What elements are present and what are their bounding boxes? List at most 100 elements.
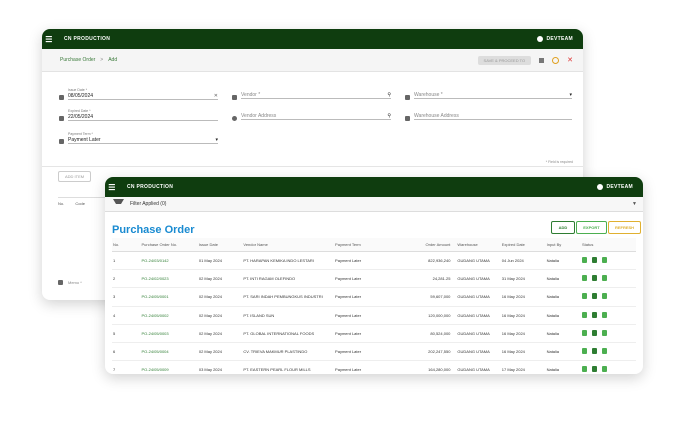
view-icon[interactable] — [582, 348, 588, 355]
add-item-button[interactable]: ADD ITEM — [58, 171, 92, 182]
table-cell[interactable]: PO-24/05/0009 — [140, 360, 198, 374]
print-icon[interactable] — [592, 257, 598, 264]
menu-icon[interactable]: ☰ — [42, 35, 56, 44]
table-row[interactable]: 7 PO-24/05/0009 03 May 2024 PT. EASTERN PEA… — [112, 360, 636, 374]
menu-icon[interactable]: ☰ — [105, 183, 119, 192]
filter-bar[interactable]: Filter Applied (0) ▼ — [105, 197, 643, 212]
table-row[interactable]: 5 PO-24/05/0003 02 May 2024 PT. GLOBAL INTE… — [112, 324, 636, 343]
dropdown-icon[interactable]: ▾ — [569, 92, 572, 98]
export-button[interactable]: EXPORT — [576, 221, 607, 234]
column-header[interactable]: Payment Term — [334, 238, 407, 252]
warehouse-placeholder: Warehouse * — [414, 91, 443, 98]
view-icon[interactable] — [582, 311, 588, 318]
table-row[interactable]: 4 PO-24/05/0002 02 May 2024 PT. ISLAND SUN P… — [112, 306, 636, 325]
expired-date-field[interactable]: Expired Date * 22/05/2024 — [68, 109, 218, 121]
table-cell: GUDANG UTAMA — [456, 360, 501, 374]
table-cell: GUDANG UTAMA — [456, 269, 501, 289]
table-cell: 6 — [112, 342, 141, 362]
document-icon[interactable] — [602, 293, 608, 300]
table-cell[interactable]: PO-24/05/0001 — [140, 287, 198, 307]
warehouse-icon — [405, 95, 410, 100]
save-proceed-button[interactable]: SAVE & PROCEED TO — [477, 55, 532, 65]
table-cell: Payment Later — [334, 342, 407, 362]
add-button[interactable]: ADD — [551, 221, 575, 234]
column-header[interactable]: Status — [581, 238, 636, 252]
table-row[interactable]: 3 PO-24/05/0001 02 May 2024 PT. SARI INDAH … — [112, 287, 636, 307]
column-header[interactable]: Expired Date — [500, 238, 546, 252]
view-icon[interactable] — [582, 366, 588, 373]
table-cell[interactable]: PO-24/05/0002 — [140, 306, 198, 325]
save-icon[interactable] — [539, 57, 545, 63]
column-header[interactable]: Input By — [545, 238, 582, 252]
document-icon[interactable] — [602, 348, 608, 355]
view-icon[interactable] — [582, 275, 588, 282]
breadcrumb-root[interactable]: Purchase Order — [60, 57, 95, 63]
table-cell: GUDANG UTAMA — [456, 342, 501, 362]
top-bar: ☰ CN PRODUCTION DEVTEAM — [105, 177, 643, 197]
print-icon[interactable] — [592, 293, 598, 300]
table-cell: GUDANG UTAMA — [456, 287, 501, 307]
document-icon[interactable] — [602, 275, 608, 282]
vendor-field[interactable]: Vendor * ⚲ — [241, 91, 391, 99]
table-cell: 16 May 2024 — [500, 324, 546, 343]
table-cell: 16 May 2024 — [500, 287, 546, 307]
table-cell: PT. GLOBAL INTERNATIONAL FOODS — [242, 324, 335, 343]
payment-term-field[interactable]: Payment Term * Payment Later ▾ — [68, 132, 218, 144]
table-row[interactable]: 2 PO-24/02/0023 02 May 2024 PT. INTI RAGAM … — [112, 269, 636, 289]
warehouse-address-field[interactable]: Warehouse Address — [414, 112, 572, 120]
column-header[interactable]: No. — [112, 238, 141, 252]
print-icon[interactable] — [592, 348, 598, 355]
column-header[interactable]: Purchase Order No. — [140, 238, 198, 252]
table-cell[interactable]: PO-24/05/0003 — [140, 324, 198, 343]
document-icon[interactable] — [602, 329, 608, 336]
table-cell: 31 May 2024 — [500, 269, 546, 289]
user-menu[interactable]: DEVTEAM — [537, 36, 573, 42]
chevron-down-icon[interactable]: ▼ — [632, 201, 637, 207]
document-icon[interactable] — [602, 257, 608, 264]
table-cell[interactable]: PO-24/03/0142 — [140, 251, 198, 271]
clear-icon[interactable]: ✕ — [214, 93, 218, 99]
refresh-button[interactable]: REFRESH — [608, 221, 641, 234]
table-cell: 02 May 2024 — [197, 287, 243, 307]
table-row[interactable]: 1 PO-24/03/0142 01 May 2024 PT. HARAPAN KEM… — [112, 251, 636, 271]
table-cell: 16 May 2024 — [500, 306, 546, 325]
table-cell: Natalia — [545, 360, 582, 374]
lock-icon[interactable] — [552, 56, 560, 64]
status-actions — [581, 251, 636, 271]
table-row[interactable]: 6 PO-24/05/0004 02 May 2024 CV. TRIEVA MAKM… — [112, 342, 636, 362]
print-icon[interactable] — [592, 275, 598, 282]
dropdown-icon[interactable]: ▾ — [215, 137, 218, 143]
table-cell: PT. INTI RAGAM OLEFINDO — [242, 269, 335, 289]
breadcrumb-separator: > — [100, 57, 104, 63]
view-icon[interactable] — [582, 257, 588, 264]
table-cell: 822,936,240 — [406, 251, 457, 271]
document-icon[interactable] — [602, 366, 608, 373]
issue-date-field[interactable]: Issue Date * 08/05/2024 ✕ — [68, 88, 218, 100]
close-icon[interactable]: ✕ — [567, 56, 573, 64]
column-header[interactable]: Vendor Name — [242, 238, 335, 252]
search-icon[interactable]: ⚲ — [387, 92, 391, 98]
document-icon[interactable] — [602, 311, 608, 318]
print-icon[interactable] — [592, 366, 598, 373]
table-cell: 04 Jun 2024 — [500, 251, 546, 271]
view-icon[interactable] — [582, 293, 588, 300]
table-cell[interactable]: PO-24/02/0023 — [140, 269, 198, 289]
column-header[interactable]: Warehouse — [456, 238, 501, 252]
print-icon[interactable] — [592, 329, 598, 336]
table-cell: PT. SARI INDAH PEMBUNGKUS INDUSTRI — [242, 287, 335, 307]
table-cell: 3 — [112, 287, 141, 307]
memo-icon — [58, 280, 63, 285]
table-cell: 02 May 2024 — [197, 269, 243, 289]
table-cell[interactable]: PO-24/05/0004 — [140, 342, 198, 362]
column-header[interactable]: Issue Date — [197, 238, 243, 252]
brand-name: CN PRODUCTION — [64, 36, 111, 42]
memo-field[interactable]: Memo * — [68, 280, 82, 285]
table-cell: 120,000,000 — [406, 306, 457, 325]
vendor-address-field[interactable]: Vendor Address ⚲ — [241, 112, 391, 120]
column-header[interactable]: Order Amount — [406, 238, 457, 252]
print-icon[interactable] — [592, 311, 598, 318]
view-icon[interactable] — [582, 329, 588, 336]
user-menu[interactable]: DEVTEAM — [597, 184, 633, 190]
search-icon[interactable]: ⚲ — [387, 113, 391, 119]
warehouse-field[interactable]: Warehouse * ▾ — [414, 91, 572, 99]
